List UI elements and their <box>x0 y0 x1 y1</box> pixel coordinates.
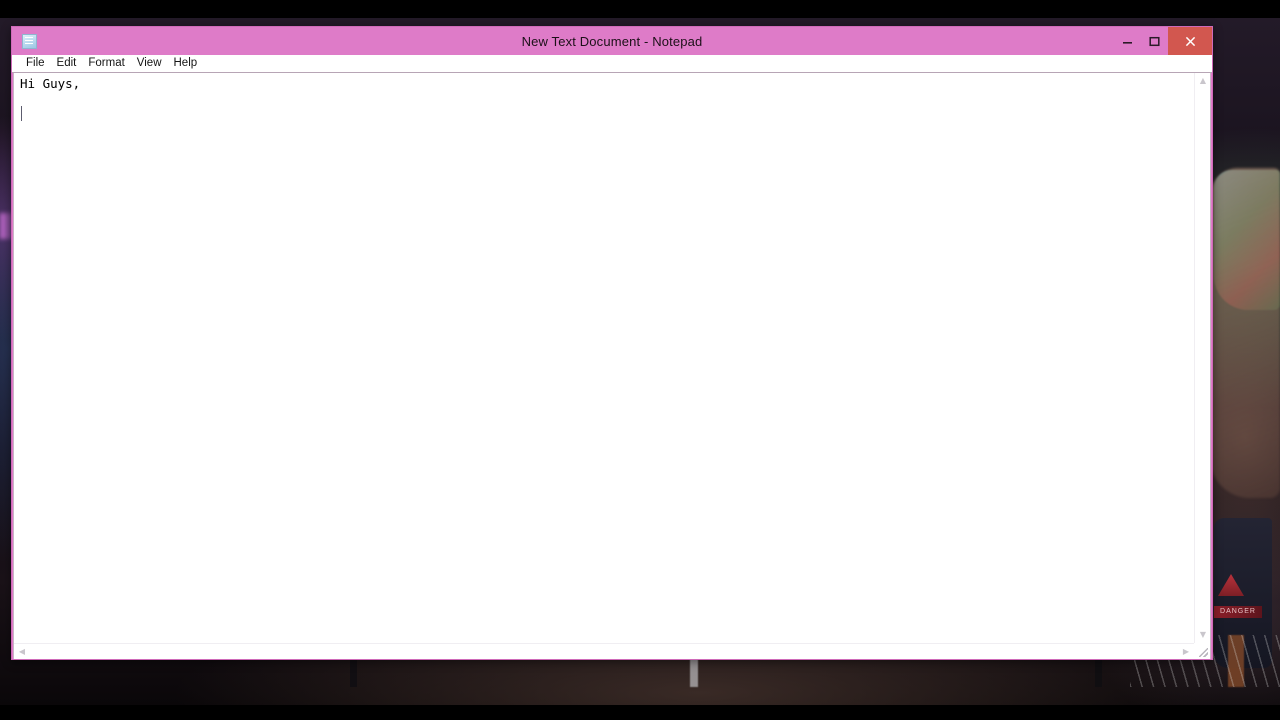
window-bottom-edge <box>12 659 1212 660</box>
scroll-up-icon[interactable]: ▲ <box>1195 73 1211 89</box>
screen: DANGER New Text Document - Notepad File … <box>0 0 1280 720</box>
backdrop-shorts <box>1214 518 1272 668</box>
document-line: Hi Guys, <box>20 76 81 91</box>
horizontal-scrollbar[interactable]: ◀ ▶ <box>14 643 1194 659</box>
menu-item-help[interactable]: Help <box>168 55 204 72</box>
menu-item-format[interactable]: Format <box>82 55 130 72</box>
minimize-button[interactable] <box>1114 27 1141 55</box>
vertical-scrollbar[interactable]: ▲ ▼ <box>1194 73 1210 643</box>
text-caret <box>21 106 22 121</box>
maximize-button[interactable] <box>1141 27 1168 55</box>
backdrop-danger-label: DANGER <box>1214 606 1262 618</box>
editor-shell: Hi Guys, ▲ ▼ ◀ ▶ <box>13 73 1211 659</box>
menubar: File Edit Format View Help <box>12 55 1212 73</box>
notepad-document-icon <box>22 33 37 49</box>
notepad-window: New Text Document - Notepad File Edit Fo… <box>11 26 1213 660</box>
window-titlebar[interactable]: New Text Document - Notepad <box>12 27 1212 55</box>
menu-item-file[interactable]: File <box>20 55 51 72</box>
letterbox-top <box>0 0 1280 18</box>
text-editor[interactable]: Hi Guys, <box>14 73 1194 643</box>
menu-item-edit[interactable]: Edit <box>51 55 83 72</box>
scroll-left-icon[interactable]: ◀ <box>14 644 30 660</box>
backdrop-arm <box>1210 168 1280 498</box>
window-controls <box>1114 27 1212 55</box>
backdrop-badge-icon <box>1218 574 1244 596</box>
close-button[interactable] <box>1168 27 1212 55</box>
backdrop-post-far-right <box>1228 635 1244 687</box>
backdrop-shirt <box>1214 170 1280 310</box>
scroll-down-icon[interactable]: ▼ <box>1195 627 1211 643</box>
resize-grip-icon[interactable] <box>1194 643 1210 659</box>
window-title: New Text Document - Notepad <box>521 33 703 49</box>
letterbox-bottom <box>0 705 1280 720</box>
menu-item-view[interactable]: View <box>131 55 168 72</box>
scroll-right-icon[interactable]: ▶ <box>1178 644 1194 660</box>
